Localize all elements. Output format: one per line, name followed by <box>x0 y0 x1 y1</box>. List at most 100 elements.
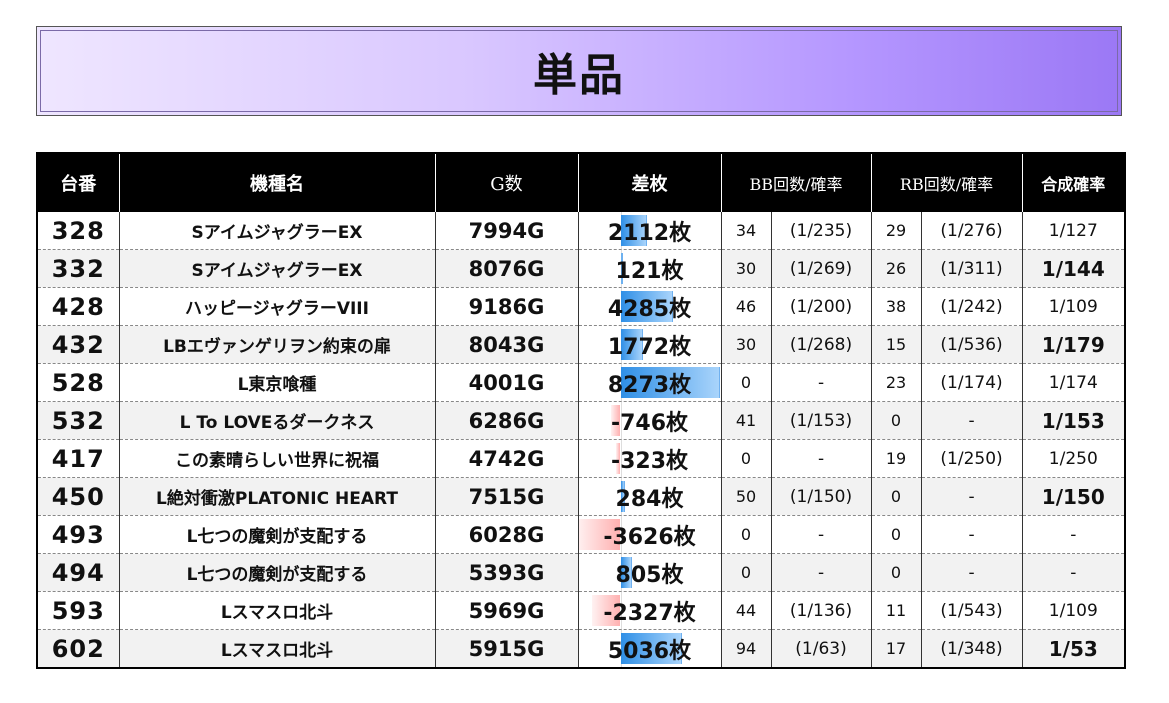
table-row: 450 L絶対衝激PLATONIC HEART 7515G 284枚 50 (1/150)… <box>37 477 1126 516</box>
model-name: SアイムジャグラーEX <box>119 212 436 250</box>
bb-count: 34 <box>721 212 772 250</box>
rb-probability: (1/250) <box>921 439 1023 478</box>
machine-number: 332 <box>37 249 120 288</box>
bb-probability: (1/269) <box>771 249 872 288</box>
diff-label: -323枚 <box>610 448 689 474</box>
table-row: 593 Lスマスロ北斗 5969G -2327枚 44 (1/136) 11 (1/543) 1… <box>37 591 1126 630</box>
game-count: 6028G <box>435 515 579 554</box>
combined-probability: 1/127 <box>1022 212 1126 250</box>
rb-count: 0 <box>871 515 922 554</box>
diff-label: 1772枚 <box>607 334 692 360</box>
game-count: 8043G <box>435 325 579 364</box>
diff-coins: 8273枚 <box>578 363 722 402</box>
combined-probability: 1/153 <box>1022 401 1126 440</box>
header-combined: 合成確率 <box>1022 153 1126 212</box>
machine-number: 328 <box>37 212 120 250</box>
rb-count: 0 <box>871 401 922 440</box>
rb-probability: - <box>921 401 1023 440</box>
diff-label: 284枚 <box>615 486 684 512</box>
header-machine-no: 台番 <box>37 153 120 212</box>
rb-probability: - <box>921 515 1023 554</box>
bb-probability: (1/150) <box>771 477 872 516</box>
model-name: L七つの魔剣が支配する <box>119 553 436 592</box>
bb-probability: (1/153) <box>771 401 872 440</box>
model-name: この素晴らしい世界に祝福 <box>119 439 436 478</box>
table-header-row: 台番 機種名 G数 差枚 BB回数/確率 RB回数/確率 合成確率 <box>37 153 1126 212</box>
diff-label: 121枚 <box>615 258 684 284</box>
model-name: L七つの魔剣が支配する <box>119 515 436 554</box>
bb-count: 0 <box>721 363 772 402</box>
rb-count: 11 <box>871 591 922 630</box>
rb-count: 38 <box>871 287 922 326</box>
model-name: L To LOVEるダークネス <box>119 401 436 440</box>
rb-count: 19 <box>871 439 922 478</box>
model-name: L東京喰種 <box>119 363 436 402</box>
bb-count: 41 <box>721 401 772 440</box>
diff-coins: 1772枚 <box>578 325 722 364</box>
rb-probability: (1/311) <box>921 249 1023 288</box>
diff-label: 5036枚 <box>607 638 692 664</box>
diff-label: 4285枚 <box>607 296 692 322</box>
diff-coins: -3626枚 <box>578 515 722 554</box>
rb-probability: (1/276) <box>921 212 1023 250</box>
bb-count: 50 <box>721 477 772 516</box>
game-count: 4742G <box>435 439 579 478</box>
rb-count: 29 <box>871 212 922 250</box>
machine-number: 602 <box>37 629 120 669</box>
bb-count: 30 <box>721 325 772 364</box>
game-count: 6286G <box>435 401 579 440</box>
bb-count: 0 <box>721 553 772 592</box>
bb-count: 44 <box>721 591 772 630</box>
bb-count: 30 <box>721 249 772 288</box>
rb-probability: (1/174) <box>921 363 1023 402</box>
diff-coins: 5036枚 <box>578 629 722 669</box>
rb-probability: (1/242) <box>921 287 1023 326</box>
model-name: SアイムジャグラーEX <box>119 249 436 288</box>
combined-probability: 1/53 <box>1022 629 1126 669</box>
combined-probability: - <box>1022 553 1126 592</box>
game-count: 7994G <box>435 212 579 250</box>
header-bb: BB回数/確率 <box>721 153 872 212</box>
model-name: Lスマスロ北斗 <box>119 629 436 669</box>
machine-number: 417 <box>37 439 120 478</box>
bb-count: 94 <box>721 629 772 669</box>
header-rb: RB回数/確率 <box>871 153 1023 212</box>
game-count: 4001G <box>435 363 579 402</box>
combined-probability: 1/150 <box>1022 477 1126 516</box>
game-count: 5393G <box>435 553 579 592</box>
bb-count: 0 <box>721 439 772 478</box>
machine-number: 450 <box>37 477 120 516</box>
bb-probability: - <box>771 439 872 478</box>
rb-count: 17 <box>871 629 922 669</box>
rb-probability: - <box>921 477 1023 516</box>
combined-probability: - <box>1022 515 1126 554</box>
diff-label: -2327枚 <box>603 600 696 626</box>
rb-probability: (1/543) <box>921 591 1023 630</box>
diff-coins: -2327枚 <box>578 591 722 630</box>
diff-coins: 805枚 <box>578 553 722 592</box>
table-row: 328 SアイムジャグラーEX 7994G 2112枚 34 (1/235) 29 (1/27… <box>37 212 1126 250</box>
table-row: 494 L七つの魔剣が支配する 5393G 805枚 0-0- - <box>37 553 1126 592</box>
diff-coins: -746枚 <box>578 401 722 440</box>
table-row: 528 L東京喰種 4001G 8273枚 0-23 (1/174) 1/174 <box>37 363 1126 402</box>
page-title: 単品 <box>533 50 625 101</box>
rb-count: 15 <box>871 325 922 364</box>
header-games: G数 <box>435 153 579 212</box>
rb-probability: (1/536) <box>921 325 1023 364</box>
table-row: 493 L七つの魔剣が支配する 6028G -3626枚 0-0- - <box>37 515 1126 554</box>
bb-probability: (1/268) <box>771 325 872 364</box>
machine-number: 432 <box>37 325 120 364</box>
game-count: 7515G <box>435 477 579 516</box>
table-row: 532 L To LOVEるダークネス 6286G -746枚 41 (1/153) 0-1… <box>37 401 1126 440</box>
diff-label: 805枚 <box>615 562 684 588</box>
bb-probability: - <box>771 363 872 402</box>
diff-label: 2112枚 <box>607 220 692 246</box>
combined-probability: 1/174 <box>1022 363 1126 402</box>
table-row: 432 LBエヴァンゲリヲン約束の扉 8043G 1772枚 30 (1/268) 15 (1… <box>37 325 1126 364</box>
machine-number: 528 <box>37 363 120 402</box>
diff-coins: -323枚 <box>578 439 722 478</box>
machine-data-table: 台番 機種名 G数 差枚 BB回数/確率 RB回数/確率 合成確率 328 Sアイ… <box>36 152 1127 669</box>
combined-probability: 1/144 <box>1022 249 1126 288</box>
rb-count: 26 <box>871 249 922 288</box>
machine-number: 494 <box>37 553 120 592</box>
